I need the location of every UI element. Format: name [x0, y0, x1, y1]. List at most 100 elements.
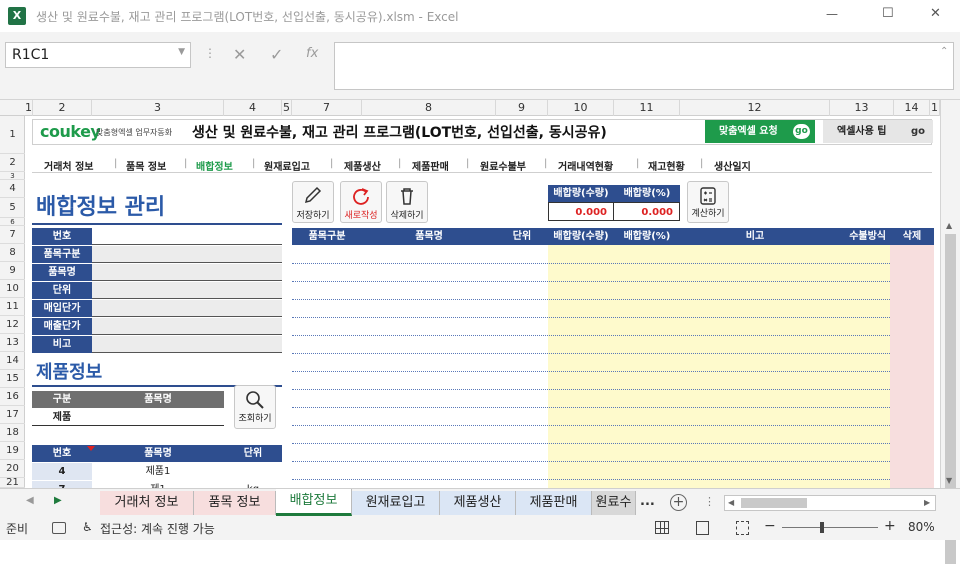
zoom-in-icon[interactable]: +	[884, 518, 896, 534]
column-header[interactable]: 9	[496, 100, 548, 116]
field-value-unit[interactable]	[92, 282, 282, 299]
column-header[interactable]: 3	[92, 100, 224, 116]
nav-item-client-info[interactable]: 거래처 정보	[44, 158, 93, 173]
zoom-level[interactable]: 80%	[908, 520, 935, 534]
nav-item-material-ledger[interactable]: 원료수불부	[480, 158, 526, 173]
macro-record-icon[interactable]	[52, 522, 66, 534]
row-header[interactable]: 4	[0, 180, 25, 198]
row-header[interactable]: 20	[0, 460, 25, 478]
row-header[interactable]: 16	[0, 388, 25, 406]
table-row[interactable]	[292, 407, 890, 408]
sheet-tab-material-ledger[interactable]: 원료수	[592, 491, 636, 515]
close-button[interactable]: ✕	[930, 6, 941, 21]
table-row[interactable]	[292, 371, 890, 372]
nav-item-product-info[interactable]: 품목 정보	[126, 158, 166, 173]
hscroll-left-icon[interactable]: ◀	[728, 498, 734, 507]
page-layout-icon[interactable]	[696, 521, 709, 535]
table-row[interactable]	[292, 317, 890, 318]
scroll-up-icon[interactable]: ▲	[946, 221, 952, 230]
accessibility-icon[interactable]: ♿	[82, 520, 93, 534]
product-type-value[interactable]: 제품	[32, 409, 92, 426]
zoom-slider-thumb[interactable]	[820, 522, 824, 533]
zoom-out-icon[interactable]: −	[764, 518, 776, 534]
row-header[interactable]: 3	[0, 172, 25, 180]
list-item[interactable]: 7 제1 kg	[32, 481, 282, 488]
minimize-button[interactable]: —	[826, 7, 838, 21]
zoom-slider[interactable]	[782, 522, 878, 533]
sheet-tab-sales[interactable]: 제품판매	[516, 491, 592, 515]
excel-tips-button[interactable]: 엑셀사용 팁 go	[823, 120, 933, 143]
excel-app-icon[interactable]: X	[8, 7, 26, 25]
custom-excel-request-button[interactable]: 맞춤엑셀 요청 go	[705, 120, 815, 143]
nav-item-inventory[interactable]: 재고현황	[648, 158, 685, 173]
field-value-note[interactable]	[92, 336, 282, 353]
worksheet[interactable]: coukey 맞춤형엑셀 업무자동화 생산 및 원료수불, 재고 관리 프로그램…	[26, 117, 940, 488]
table-row[interactable]	[292, 461, 890, 462]
add-sheet-icon[interactable]: +	[670, 494, 687, 511]
row-header[interactable]: 1	[0, 116, 25, 154]
row-header[interactable]: 17	[0, 406, 25, 424]
tab-scroll-menu-icon[interactable]: ⋮	[704, 495, 715, 508]
cancel-icon[interactable]: ✕	[233, 45, 246, 64]
nav-item-blend-info[interactable]: 배합정보	[196, 158, 233, 173]
name-box[interactable]: R1C1 ▼	[5, 42, 191, 68]
hscroll-right-icon[interactable]: ▶	[924, 498, 930, 507]
table-row[interactable]	[292, 299, 890, 300]
table-row[interactable]	[292, 335, 890, 336]
column-header[interactable]: 13	[830, 100, 894, 116]
sheet-tab-production[interactable]: 제품생산	[440, 491, 516, 515]
row-header[interactable]: 9	[0, 262, 25, 280]
nav-item-production[interactable]: 제품생산	[344, 158, 381, 173]
new-button[interactable]: 새로작성	[340, 181, 382, 223]
column-header[interactable]: 10	[548, 100, 614, 116]
vertical-scrollbar[interactable]: ▲ ▼	[940, 100, 960, 564]
maximize-button[interactable]: ☐	[882, 6, 894, 21]
sheet-tab-material-receipt[interactable]: 원재료입고	[352, 491, 440, 515]
row-header[interactable]: 14	[0, 352, 25, 370]
table-row[interactable]	[292, 443, 890, 444]
page-break-icon[interactable]	[736, 521, 749, 535]
column-header[interactable]: 2	[33, 100, 92, 116]
row-header[interactable]: 8	[0, 244, 25, 262]
more-options-icon[interactable]: ⋮	[204, 46, 216, 60]
nav-item-transaction-status[interactable]: 거래내역현황	[558, 158, 613, 173]
column-header[interactable]: 1	[930, 100, 940, 116]
row-header[interactable]: 18	[0, 424, 25, 442]
field-value-sale-price[interactable]	[92, 318, 282, 335]
chevron-down-icon[interactable]: ▼	[178, 47, 185, 57]
column-header[interactable]: 12	[680, 100, 830, 116]
accessibility-status[interactable]: 접근성: 계속 진행 가능	[100, 520, 215, 537]
search-button[interactable]: 조회하기	[234, 385, 276, 429]
nav-item-sales[interactable]: 제품판매	[412, 158, 449, 173]
formula-input[interactable]	[334, 42, 954, 90]
row-header[interactable]: 11	[0, 298, 25, 316]
table-row[interactable]	[292, 389, 890, 390]
normal-view-icon[interactable]	[655, 521, 669, 534]
prev-sheet-icon[interactable]: ◀	[26, 495, 34, 506]
save-button[interactable]: 저장하기	[292, 181, 334, 223]
row-header[interactable]: 7	[0, 226, 25, 244]
delete-button[interactable]: 삭제하기	[386, 181, 428, 223]
field-value-item-name[interactable]	[92, 264, 282, 281]
column-header[interactable]: 5	[282, 100, 292, 116]
product-name-value[interactable]	[92, 409, 224, 426]
list-item[interactable]: 4 제품1	[32, 463, 282, 480]
sheet-tab-product-info[interactable]: 품목 정보	[194, 491, 276, 515]
field-value-number[interactable]	[92, 228, 282, 245]
calculate-button[interactable]: 계산하기	[687, 181, 729, 223]
row-header[interactable]: 6	[0, 218, 25, 226]
field-value-purchase-price[interactable]	[92, 300, 282, 317]
row-header[interactable]: 10	[0, 280, 25, 298]
table-row[interactable]	[292, 281, 890, 282]
next-sheet-icon[interactable]: ▶	[54, 495, 62, 506]
scroll-down-icon[interactable]: ▼	[946, 476, 952, 485]
function-icon[interactable]: fx	[306, 46, 318, 61]
horizontal-scrollbar[interactable]: ◀ ▶	[724, 495, 936, 511]
table-row[interactable]	[292, 263, 890, 264]
row-header[interactable]: 13	[0, 334, 25, 352]
row-header[interactable]: 12	[0, 316, 25, 334]
nav-item-material-receipt[interactable]: 원재료입고	[264, 158, 310, 173]
sheet-tab-blend-info[interactable]: 배합정보	[276, 489, 352, 516]
column-header[interactable]: 8	[362, 100, 496, 116]
more-sheets-indicator[interactable]: ...	[640, 494, 655, 509]
